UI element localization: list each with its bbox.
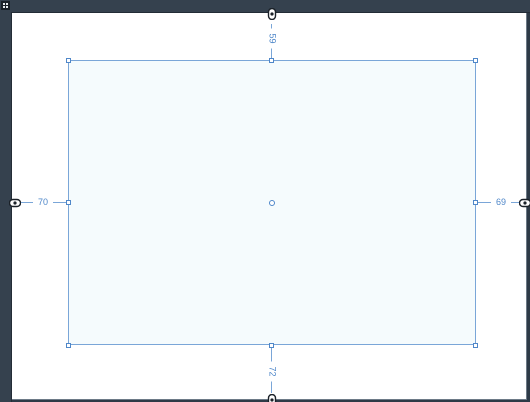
resize-handle-left[interactable] (66, 200, 71, 205)
left-pin-icon[interactable] (9, 198, 21, 208)
resize-handle-top[interactable] (269, 58, 274, 63)
resize-handle-right[interactable] (473, 200, 478, 205)
left-constraint-value: 70 (33, 197, 53, 208)
grid-menu-icon[interactable] (1, 1, 10, 10)
right-pin-icon[interactable] (519, 198, 530, 208)
layout-editor: 59 72 70 69 (0, 0, 530, 402)
bottom-constraint-value: 72 (266, 361, 278, 382)
resize-handle-bottom-left[interactable] (66, 343, 71, 348)
resize-handle-bottom-right[interactable] (473, 343, 478, 348)
resize-handle-bottom[interactable] (269, 343, 274, 348)
top-constraint-value: 59 (266, 28, 278, 49)
bottom-pin-icon[interactable] (267, 394, 277, 402)
right-constraint-value: 69 (491, 197, 511, 208)
resize-handle-top-left[interactable] (66, 58, 71, 63)
resize-handle-top-right[interactable] (473, 58, 478, 63)
window-top-bar (0, 0, 530, 13)
center-point-icon (269, 200, 275, 206)
top-pin-icon[interactable] (267, 8, 277, 20)
